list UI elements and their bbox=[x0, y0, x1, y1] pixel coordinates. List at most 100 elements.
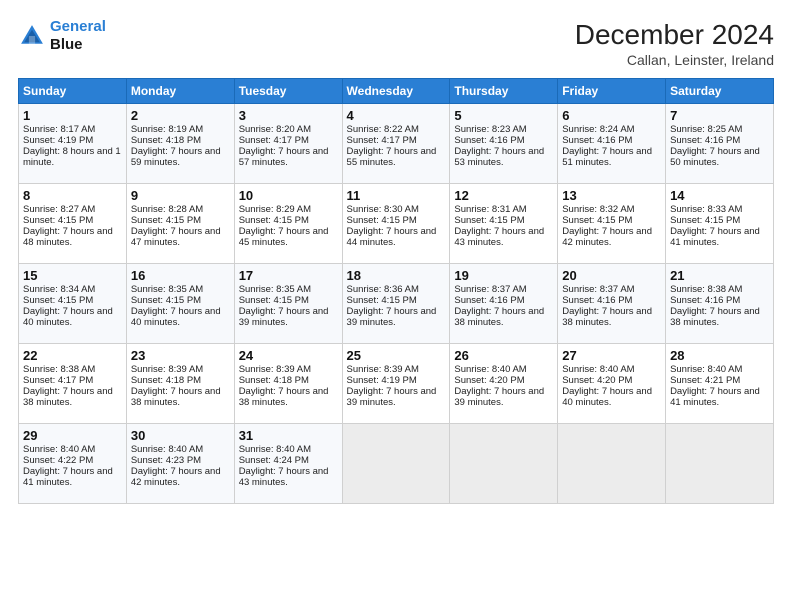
sunset-text: Sunset: 4:17 PM bbox=[239, 135, 309, 146]
calendar-cell: 7Sunrise: 8:25 AMSunset: 4:16 PMDaylight… bbox=[666, 103, 774, 183]
sunrise-text: Sunrise: 8:23 AM bbox=[454, 124, 526, 135]
sunrise-text: Sunrise: 8:19 AM bbox=[131, 124, 203, 135]
daylight-text: Daylight: 7 hours and 40 minutes. bbox=[562, 386, 652, 408]
calendar-cell: 24Sunrise: 8:39 AMSunset: 4:18 PMDayligh… bbox=[234, 343, 342, 423]
day-number: 18 bbox=[347, 268, 446, 283]
sunset-text: Sunset: 4:19 PM bbox=[23, 135, 93, 146]
logo: General Blue bbox=[18, 18, 106, 54]
sunrise-text: Sunrise: 8:34 AM bbox=[23, 284, 95, 295]
day-number: 16 bbox=[131, 268, 230, 283]
day-number: 8 bbox=[23, 188, 122, 203]
daylight-text: Daylight: 7 hours and 47 minutes. bbox=[131, 226, 221, 248]
calendar-cell: 20Sunrise: 8:37 AMSunset: 4:16 PMDayligh… bbox=[558, 263, 666, 343]
calendar-cell: 10Sunrise: 8:29 AMSunset: 4:15 PMDayligh… bbox=[234, 183, 342, 263]
day-number: 28 bbox=[670, 348, 769, 363]
daylight-text: Daylight: 7 hours and 40 minutes. bbox=[23, 306, 113, 328]
sunrise-text: Sunrise: 8:29 AM bbox=[239, 204, 311, 215]
week-row-3: 15Sunrise: 8:34 AMSunset: 4:15 PMDayligh… bbox=[19, 263, 774, 343]
sunrise-text: Sunrise: 8:40 AM bbox=[23, 444, 95, 455]
calendar-cell: 17Sunrise: 8:35 AMSunset: 4:15 PMDayligh… bbox=[234, 263, 342, 343]
calendar-cell: 25Sunrise: 8:39 AMSunset: 4:19 PMDayligh… bbox=[342, 343, 450, 423]
sunrise-text: Sunrise: 8:39 AM bbox=[239, 364, 311, 375]
calendar-cell: 28Sunrise: 8:40 AMSunset: 4:21 PMDayligh… bbox=[666, 343, 774, 423]
header: General Blue December 2024 Callan, Leins… bbox=[18, 18, 774, 68]
daylight-text: Daylight: 7 hours and 40 minutes. bbox=[131, 306, 221, 328]
sunrise-text: Sunrise: 8:40 AM bbox=[670, 364, 742, 375]
sunset-text: Sunset: 4:15 PM bbox=[347, 295, 417, 306]
calendar-cell: 11Sunrise: 8:30 AMSunset: 4:15 PMDayligh… bbox=[342, 183, 450, 263]
day-number: 4 bbox=[347, 108, 446, 123]
day-number: 2 bbox=[131, 108, 230, 123]
sunset-text: Sunset: 4:15 PM bbox=[131, 295, 201, 306]
sunrise-text: Sunrise: 8:38 AM bbox=[23, 364, 95, 375]
sunrise-text: Sunrise: 8:31 AM bbox=[454, 204, 526, 215]
sunrise-text: Sunrise: 8:35 AM bbox=[131, 284, 203, 295]
sunset-text: Sunset: 4:22 PM bbox=[23, 455, 93, 466]
calendar-cell: 9Sunrise: 8:28 AMSunset: 4:15 PMDaylight… bbox=[126, 183, 234, 263]
sunrise-text: Sunrise: 8:20 AM bbox=[239, 124, 311, 135]
sunset-text: Sunset: 4:16 PM bbox=[454, 295, 524, 306]
sunset-text: Sunset: 4:23 PM bbox=[131, 455, 201, 466]
day-number: 12 bbox=[454, 188, 553, 203]
logo-text: General Blue bbox=[50, 18, 106, 54]
day-number: 25 bbox=[347, 348, 446, 363]
sunrise-text: Sunrise: 8:37 AM bbox=[454, 284, 526, 295]
day-number: 14 bbox=[670, 188, 769, 203]
page: General Blue December 2024 Callan, Leins… bbox=[0, 0, 792, 612]
day-number: 11 bbox=[347, 188, 446, 203]
header-cell-friday: Friday bbox=[558, 78, 666, 103]
daylight-text: Daylight: 7 hours and 50 minutes. bbox=[670, 146, 760, 168]
sunrise-text: Sunrise: 8:33 AM bbox=[670, 204, 742, 215]
calendar-cell: 31Sunrise: 8:40 AMSunset: 4:24 PMDayligh… bbox=[234, 423, 342, 503]
day-number: 1 bbox=[23, 108, 122, 123]
calendar-cell: 21Sunrise: 8:38 AMSunset: 4:16 PMDayligh… bbox=[666, 263, 774, 343]
sunset-text: Sunset: 4:16 PM bbox=[670, 295, 740, 306]
day-number: 17 bbox=[239, 268, 338, 283]
daylight-text: Daylight: 7 hours and 41 minutes. bbox=[670, 226, 760, 248]
calendar-cell: 30Sunrise: 8:40 AMSunset: 4:23 PMDayligh… bbox=[126, 423, 234, 503]
daylight-text: Daylight: 7 hours and 55 minutes. bbox=[347, 146, 437, 168]
header-cell-tuesday: Tuesday bbox=[234, 78, 342, 103]
sunrise-text: Sunrise: 8:39 AM bbox=[347, 364, 419, 375]
sunset-text: Sunset: 4:18 PM bbox=[239, 375, 309, 386]
daylight-text: Daylight: 7 hours and 38 minutes. bbox=[23, 386, 113, 408]
sunrise-text: Sunrise: 8:30 AM bbox=[347, 204, 419, 215]
sunrise-text: Sunrise: 8:32 AM bbox=[562, 204, 634, 215]
sunset-text: Sunset: 4:24 PM bbox=[239, 455, 309, 466]
sunrise-text: Sunrise: 8:37 AM bbox=[562, 284, 634, 295]
sunset-text: Sunset: 4:15 PM bbox=[562, 215, 632, 226]
daylight-text: Daylight: 7 hours and 51 minutes. bbox=[562, 146, 652, 168]
day-number: 19 bbox=[454, 268, 553, 283]
sunset-text: Sunset: 4:15 PM bbox=[347, 215, 417, 226]
sunset-text: Sunset: 4:20 PM bbox=[562, 375, 632, 386]
day-number: 27 bbox=[562, 348, 661, 363]
sunrise-text: Sunrise: 8:25 AM bbox=[670, 124, 742, 135]
sunrise-text: Sunrise: 8:17 AM bbox=[23, 124, 95, 135]
daylight-text: Daylight: 7 hours and 38 minutes. bbox=[239, 386, 329, 408]
sunrise-text: Sunrise: 8:22 AM bbox=[347, 124, 419, 135]
sunset-text: Sunset: 4:20 PM bbox=[454, 375, 524, 386]
daylight-text: Daylight: 7 hours and 41 minutes. bbox=[23, 466, 113, 488]
daylight-text: Daylight: 7 hours and 45 minutes. bbox=[239, 226, 329, 248]
daylight-text: Daylight: 7 hours and 43 minutes. bbox=[454, 226, 544, 248]
sunset-text: Sunset: 4:15 PM bbox=[454, 215, 524, 226]
week-row-2: 8Sunrise: 8:27 AMSunset: 4:15 PMDaylight… bbox=[19, 183, 774, 263]
daylight-text: Daylight: 7 hours and 53 minutes. bbox=[454, 146, 544, 168]
sunset-text: Sunset: 4:16 PM bbox=[670, 135, 740, 146]
calendar-cell bbox=[558, 423, 666, 503]
daylight-text: Daylight: 7 hours and 39 minutes. bbox=[239, 306, 329, 328]
calendar-cell: 4Sunrise: 8:22 AMSunset: 4:17 PMDaylight… bbox=[342, 103, 450, 183]
calendar-cell bbox=[342, 423, 450, 503]
page-subtitle: Callan, Leinster, Ireland bbox=[575, 52, 774, 68]
sunrise-text: Sunrise: 8:39 AM bbox=[131, 364, 203, 375]
sunrise-text: Sunrise: 8:40 AM bbox=[239, 444, 311, 455]
day-number: 31 bbox=[239, 428, 338, 443]
week-row-4: 22Sunrise: 8:38 AMSunset: 4:17 PMDayligh… bbox=[19, 343, 774, 423]
calendar-cell: 22Sunrise: 8:38 AMSunset: 4:17 PMDayligh… bbox=[19, 343, 127, 423]
header-cell-thursday: Thursday bbox=[450, 78, 558, 103]
sunset-text: Sunset: 4:15 PM bbox=[670, 215, 740, 226]
calendar-cell: 23Sunrise: 8:39 AMSunset: 4:18 PMDayligh… bbox=[126, 343, 234, 423]
daylight-text: Daylight: 7 hours and 42 minutes. bbox=[562, 226, 652, 248]
day-number: 23 bbox=[131, 348, 230, 363]
day-number: 3 bbox=[239, 108, 338, 123]
